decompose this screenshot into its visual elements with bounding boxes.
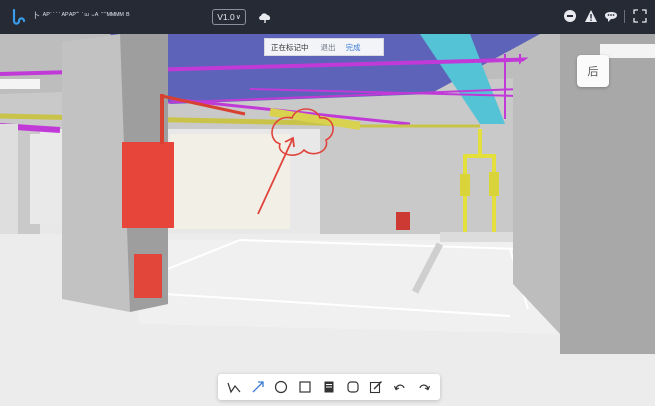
version-label: V1.0: [217, 12, 235, 22]
warning-icon[interactable]: [584, 9, 598, 23]
note-tool[interactable]: [321, 379, 337, 395]
undo-icon: [394, 384, 405, 391]
note-icon: [324, 381, 334, 393]
chevron-down-icon: ∨: [235, 14, 241, 21]
arrow-icon: [252, 381, 264, 393]
polyline-tool[interactable]: [226, 379, 242, 395]
undo-tool[interactable]: [392, 379, 408, 395]
marking-status-text: 正在标记中: [271, 42, 309, 52]
redo-tool[interactable]: [416, 379, 432, 395]
toolbar-divider: [624, 10, 625, 23]
file-name: 卜 ᴬᴾ˙˙˙˙ᴬᴾᴬᴾˆ ˙ᵚ ᵕᴬ ˉˉᴹᴹᴹᴹ ᴮ: [32, 11, 130, 20]
bim-3d-viewport[interactable]: [0, 34, 655, 406]
markup-toolbar: [218, 374, 440, 400]
rounded-rect-icon: [347, 381, 359, 393]
rectangle-icon: [299, 381, 311, 393]
chat-icon[interactable]: [604, 9, 618, 23]
circle-icon: [275, 380, 288, 394]
rounded-rect-tool[interactable]: [345, 379, 361, 395]
view-cube-back-button[interactable]: 后: [577, 55, 609, 87]
cloud-icon[interactable]: [257, 9, 273, 25]
app-logo-icon[interactable]: [9, 7, 29, 27]
pen-tool[interactable]: [368, 379, 384, 395]
top-bar: 卜 ᴬᴾ˙˙˙˙ᴬᴾᴬᴾˆ ˙ᵚ ᵕᴬ ˉˉᴹᴹᴹᴹ ᴮ V1.0 ∨: [0, 0, 655, 34]
comment-icon[interactable]: [563, 9, 577, 23]
version-selector[interactable]: V1.0 ∨: [212, 9, 246, 25]
arrow-tool[interactable]: [250, 379, 266, 395]
pen-icon: [370, 381, 383, 394]
scene-render: [0, 34, 655, 406]
circle-tool[interactable]: [273, 379, 289, 395]
fullscreen-icon[interactable]: [633, 9, 647, 23]
exit-marking-button[interactable]: 退出: [321, 42, 336, 53]
marking-status-bar: 正在标记中 退出 完成: [264, 38, 384, 56]
redo-icon: [419, 384, 431, 391]
finish-marking-button[interactable]: 完成: [346, 42, 361, 53]
polyline-icon: [227, 382, 241, 394]
view-cube-label: 后: [587, 66, 599, 78]
app-window: 卜 ᴬᴾ˙˙˙˙ᴬᴾᴬᴾˆ ˙ᵚ ᵕᴬ ˉˉᴹᴹᴹᴹ ᴮ V1.0 ∨ 正在标记…: [0, 0, 655, 406]
rectangle-tool[interactable]: [297, 379, 313, 395]
